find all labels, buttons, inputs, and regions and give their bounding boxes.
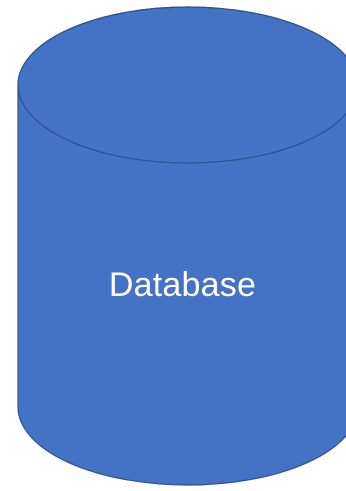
diagram-canvas: Database xyxy=(0,0,346,491)
database-label: Database xyxy=(108,266,257,304)
database-cylinder-shape xyxy=(17,6,346,486)
cylinder-top xyxy=(17,6,346,164)
